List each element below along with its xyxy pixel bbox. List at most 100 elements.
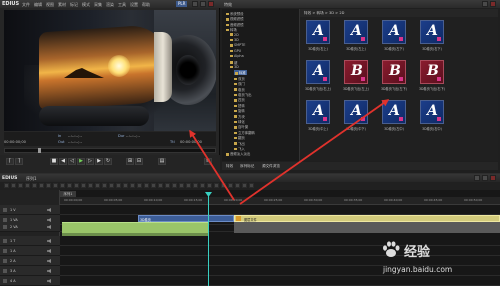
timeline-tool-icon[interactable] — [130, 183, 135, 188]
panel-close-icon[interactable] — [490, 1, 496, 7]
tree-item[interactable]: 飞入 — [234, 146, 245, 151]
tree-item[interactable]: 卷页 — [234, 87, 245, 92]
track-header[interactable] — [0, 222, 60, 232]
loop-icon[interactable]: ↻ — [104, 158, 112, 165]
tree-item[interactable]: 视频滤镜 — [226, 16, 244, 21]
timeline-tool-icon[interactable] — [151, 183, 156, 188]
tree-item[interactable]: SMPTE — [230, 43, 245, 47]
menu-capture[interactable]: 采集 — [94, 2, 102, 8]
video-clip[interactable] — [62, 222, 208, 233]
fast-forward-icon[interactable]: ▶ — [95, 158, 103, 165]
set-out-icon[interactable]: ⌉ — [15, 158, 23, 165]
track-lock-icon[interactable] — [3, 239, 7, 243]
menu-tools[interactable]: 工具 — [118, 2, 126, 8]
track-lane[interactable] — [60, 276, 500, 286]
effect-tile[interactable]: A — [420, 100, 444, 124]
timeline-tool-icon[interactable] — [193, 183, 198, 188]
effect-tile[interactable]: B — [420, 60, 444, 84]
track-lock-icon[interactable] — [3, 208, 7, 212]
tree-item[interactable]: 音频淡入淡出 — [226, 151, 250, 156]
timeline-tool-icon[interactable] — [46, 183, 51, 188]
step-back-icon[interactable]: ◁ — [68, 158, 76, 165]
timeline-tool-icon[interactable] — [4, 183, 9, 188]
effect-tile[interactable]: A — [306, 100, 330, 124]
tree-item[interactable]: Alpha — [230, 54, 244, 58]
tree-item[interactable]: 卷页飞出 — [234, 92, 252, 97]
preview-monitor[interactable] — [4, 10, 216, 131]
track-header[interactable] — [0, 256, 60, 266]
scrub-bar[interactable] — [4, 148, 216, 153]
timeline-tool-icon[interactable] — [95, 183, 100, 188]
tl-minimize-icon[interactable] — [474, 175, 480, 181]
menu-help[interactable]: 帮助 — [142, 2, 150, 8]
timeline-tool-icon[interactable] — [144, 183, 149, 188]
timeline-tool-icon[interactable] — [109, 183, 114, 188]
overwrite-icon[interactable]: ⊟ — [135, 158, 143, 165]
timeline-tool-icon[interactable] — [88, 183, 93, 188]
timeline-tool-icon[interactable] — [25, 183, 30, 188]
timeline-tool-icon[interactable] — [179, 183, 184, 188]
timeline-tool-icon[interactable] — [116, 183, 121, 188]
track-header[interactable] — [0, 236, 60, 246]
close-icon[interactable] — [208, 1, 214, 7]
tree-item[interactable]: 系统预设 — [226, 11, 244, 16]
image-clip[interactable] — [234, 215, 500, 222]
maximize-icon[interactable] — [200, 1, 206, 7]
tl-maximize-icon[interactable] — [482, 175, 488, 181]
track-header[interactable] — [0, 276, 60, 286]
menu-clip[interactable]: 素材 — [58, 2, 66, 8]
tree-item[interactable]: 四页 — [234, 97, 245, 102]
tree-item[interactable]: 3D — [230, 38, 239, 42]
track-lock-icon[interactable] — [3, 259, 7, 263]
tab-effects[interactable]: 特效 — [226, 164, 233, 169]
tree-item[interactable]: 立方体翻转 — [234, 130, 255, 135]
effect-tile[interactable]: A — [382, 20, 406, 44]
effect-tile[interactable]: A — [420, 20, 444, 44]
tree-item[interactable]: 2D — [230, 33, 239, 37]
tree-item[interactable]: 球化 — [234, 119, 245, 124]
menu-marker[interactable]: 标记 — [70, 2, 78, 8]
timeline-tool-icon[interactable] — [172, 183, 177, 188]
menu-icon[interactable]: ≡ — [204, 158, 212, 165]
timeline-tool-icon[interactable] — [32, 183, 37, 188]
tl-close-icon[interactable] — [490, 175, 496, 181]
timeline-tool-icon[interactable] — [81, 183, 86, 188]
rewind-icon[interactable]: ◀ — [59, 158, 67, 165]
effect-tile[interactable]: A — [344, 100, 368, 124]
effect-tile[interactable]: A — [344, 20, 368, 44]
tree-item[interactable]: 标准 — [234, 70, 247, 76]
timeline-tool-icon[interactable] — [242, 183, 247, 188]
timeline-tool-icon[interactable] — [137, 183, 142, 188]
menu-mode[interactable]: 模式 — [82, 2, 90, 8]
panel-pin-icon[interactable] — [482, 1, 488, 7]
timeline-tool-icon[interactable] — [221, 183, 226, 188]
menu-edit[interactable]: 编辑 — [34, 2, 42, 8]
stop-icon[interactable]: ■ — [50, 158, 58, 165]
effect-tile[interactable]: A — [382, 100, 406, 124]
timeline-tool-icon[interactable] — [235, 183, 240, 188]
tree-item[interactable]: 百叶窗 — [234, 124, 248, 129]
tree-item[interactable]: 旋转 — [234, 108, 245, 113]
menu-view[interactable]: 视图 — [46, 2, 54, 8]
step-forward-icon[interactable]: ▷ — [86, 158, 94, 165]
timeline-tool-icon[interactable] — [18, 183, 23, 188]
track-header[interactable] — [0, 246, 60, 256]
menu-settings[interactable]: 设置 — [130, 2, 138, 8]
timeline-tool-icon[interactable] — [11, 183, 16, 188]
scrub-handle[interactable] — [38, 148, 41, 153]
tree-item[interactable]: 键 — [230, 60, 237, 65]
play-icon[interactable]: ▶ — [77, 158, 85, 165]
effect-tile[interactable]: B — [344, 60, 368, 84]
set-in-icon[interactable]: ⌈ — [6, 158, 14, 165]
timeline-tool-icon[interactable] — [228, 183, 233, 188]
playhead-line[interactable] — [208, 194, 209, 286]
timeline-tool-icon[interactable] — [214, 183, 219, 188]
timeline-tool-icon[interactable] — [186, 183, 191, 188]
tab-sequence-markers[interactable]: 序列标记 — [240, 164, 254, 169]
track-lane[interactable] — [60, 236, 500, 246]
timeline-tool-icon[interactable] — [53, 183, 58, 188]
timeline-tool-icon[interactable] — [123, 183, 128, 188]
track-header[interactable] — [0, 266, 60, 276]
timeline-tool-icon[interactable] — [102, 183, 107, 188]
effect-tile[interactable]: A — [306, 20, 330, 44]
